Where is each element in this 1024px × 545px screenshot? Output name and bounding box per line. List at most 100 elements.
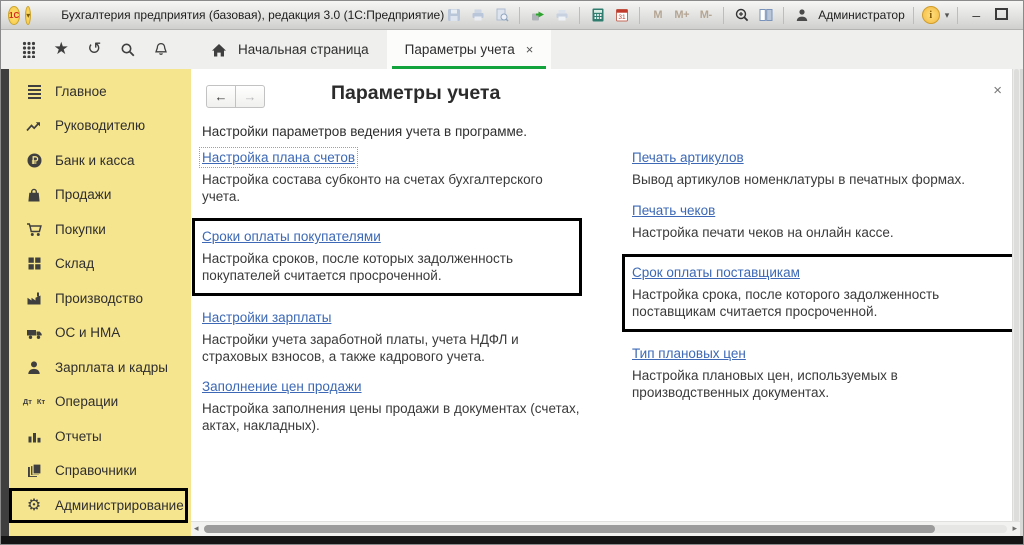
favorites-star-icon[interactable]: ★ xyxy=(51,40,71,60)
sidebar-label: Справочники xyxy=(55,463,137,478)
main-menu-button[interactable]: ▾ xyxy=(25,6,31,25)
ruble-coin-icon xyxy=(25,152,43,169)
sidebar-label: Главное xyxy=(55,84,107,99)
sidebar-label: Администрирование xyxy=(55,498,184,513)
hamburger-icon xyxy=(25,83,43,100)
link-customer-payment-terms[interactable]: Сроки оплаты покупателями xyxy=(202,229,381,244)
sidebar-item-directories[interactable]: Справочники xyxy=(9,454,191,489)
tab-active-label: Параметры учета xyxy=(405,42,515,57)
horizontal-scroll-track[interactable] xyxy=(204,525,1007,533)
tab-home-label: Начальная страница xyxy=(238,42,369,57)
sidebar-label: Продажи xyxy=(55,187,111,202)
setting-group-chart-of-accounts: Настройка плана счетов Настройка состава… xyxy=(202,149,582,205)
link-supplier-payment-term[interactable]: Срок оплаты поставщикам xyxy=(632,265,800,280)
sidebar-item-purchases[interactable]: Покупки xyxy=(9,212,191,247)
sidebar-label: Зарплата и кадры xyxy=(55,360,168,375)
user-icon xyxy=(792,6,811,24)
sidebar-label: Банк и касса xyxy=(55,153,135,168)
setting-description: Вывод артикулов номенклатуры в печатных … xyxy=(632,172,1018,189)
sidebar-item-operations[interactable]: ДтКт Операции xyxy=(9,385,191,420)
memory-subtract-button[interactable]: M- xyxy=(696,6,715,24)
print-preview-icon[interactable] xyxy=(492,6,511,24)
sidebar-label: Руководителю xyxy=(55,118,145,133)
horizontal-scrollbar-thumb[interactable] xyxy=(204,525,935,533)
settings-column-right: Печать артикулов Вывод артикулов номенкл… xyxy=(632,149,1018,447)
link-sales-price-fill[interactable]: Заполнение цен продажи xyxy=(202,379,362,394)
settings-column-left: Настройка плана счетов Настройка состава… xyxy=(202,149,582,447)
setting-description: Настройки учета заработной платы, учета … xyxy=(202,332,582,365)
zoom-icon[interactable] xyxy=(732,6,751,24)
link-chart-of-accounts-setup[interactable]: Настройка плана счетов xyxy=(202,150,355,165)
calculator-icon[interactable] xyxy=(588,6,607,24)
books-stack-icon xyxy=(25,462,43,479)
sidebar-item-bank-cash[interactable]: Банк и касса xyxy=(9,143,191,178)
vertical-scrollbar-thumb[interactable] xyxy=(1014,69,1019,522)
setting-group-planned-price-type: Тип плановых цен Настройка плановых цен,… xyxy=(632,345,1018,401)
setting-description: Настройка срока, после которого задолжен… xyxy=(632,287,1019,320)
split-window-icon[interactable] xyxy=(756,6,775,24)
tab-close-icon[interactable]: × xyxy=(526,42,534,57)
horizontal-scrollbar[interactable]: ◂ ▸ xyxy=(191,521,1020,536)
window-bottom-border xyxy=(1,536,1023,544)
print-icon[interactable] xyxy=(468,6,487,24)
link-print-articles[interactable]: Печать артикулов xyxy=(632,150,744,165)
scroll-left-arrow-icon[interactable]: ◂ xyxy=(194,524,199,534)
link-planned-price-type[interactable]: Тип плановых цен xyxy=(632,346,746,361)
link-print-receipts[interactable]: Печать чеков xyxy=(632,203,715,218)
notifications-bell-icon[interactable] xyxy=(151,40,171,60)
setting-group-salary-settings: Настройки зарплаты Настройки учета зараб… xyxy=(202,309,582,365)
functions-menu-icon[interactable] xyxy=(18,40,38,60)
calendar-icon[interactable]: 31 xyxy=(612,6,631,24)
memory-add-button[interactable]: M+ xyxy=(672,6,691,24)
close-window-button[interactable]: × xyxy=(1016,7,1024,23)
bar-chart-icon xyxy=(25,428,43,445)
svg-text:31: 31 xyxy=(618,14,626,21)
search-icon[interactable] xyxy=(118,40,138,60)
sidebar-item-fixed-assets[interactable]: ОС и НМА xyxy=(9,316,191,351)
boxes-grid-icon xyxy=(25,255,43,272)
trend-chart-icon xyxy=(25,117,43,134)
tab-bar: ★ ↺ Начальная страница Параметры учета × xyxy=(1,30,1023,69)
history-icon[interactable]: ↺ xyxy=(85,40,105,60)
maximize-button[interactable] xyxy=(991,7,1011,23)
setting-description: Настройка состава субконто на счетах бух… xyxy=(202,172,582,205)
setting-group-print-receipts: Печать чеков Настройка печати чеков на о… xyxy=(632,202,1018,242)
forward-button[interactable]: → xyxy=(236,85,265,108)
truck-icon xyxy=(25,324,43,341)
sidebar-item-sales[interactable]: Продажи xyxy=(9,178,191,213)
sidebar-label: Склад xyxy=(55,256,94,271)
form-close-icon[interactable]: × xyxy=(993,82,1002,99)
window-title: Бухгалтерия предприятия (базовая), редак… xyxy=(61,8,444,22)
history-nav-buttons: ← → xyxy=(206,85,265,108)
data-exchange-icon[interactable] xyxy=(528,6,547,24)
setting-group-supplier-payment-term-highlighted: Срок оплаты поставщикам Настройка срока,… xyxy=(622,254,1020,332)
vertical-scrollbar[interactable] xyxy=(1012,69,1020,522)
info-icon[interactable]: i xyxy=(922,6,940,24)
sections-sidebar: Главное Руководителю Банк и касса Продаж… xyxy=(1,69,191,536)
scroll-right-arrow-icon[interactable]: ▸ xyxy=(1012,524,1017,534)
sidebar-item-production[interactable]: Производство xyxy=(9,281,191,316)
sidebar-item-salary-hr[interactable]: Зарплата и кадры xyxy=(9,350,191,385)
tab-parameters-active[interactable]: Параметры учета × xyxy=(387,30,552,69)
dtkt-accounting-icon: ДтКт xyxy=(25,393,43,410)
back-button[interactable]: ← xyxy=(206,85,236,108)
sidebar-item-administration[interactable]: ⚙ Администрирование xyxy=(9,488,188,523)
sidebar-item-manager[interactable]: Руководителю xyxy=(9,109,191,144)
print-document-icon[interactable] xyxy=(552,6,571,24)
memory-recall-button[interactable]: M xyxy=(648,6,667,24)
save-icon[interactable] xyxy=(444,6,463,24)
page-title: Параметры учета xyxy=(331,82,500,105)
sidebar-item-reports[interactable]: Отчеты xyxy=(9,419,191,454)
setting-group-print-articles: Печать артикулов Вывод артикулов номенкл… xyxy=(632,149,1018,189)
info-caret-icon[interactable]: ▾ xyxy=(945,10,950,21)
sidebar-label: Покупки xyxy=(55,222,106,237)
sidebar-item-main[interactable]: Главное xyxy=(9,74,191,109)
sidebar-item-warehouse[interactable]: Склад xyxy=(9,247,191,282)
setting-description: Настройка плановых цен, используемых в п… xyxy=(632,368,1018,401)
current-user-name[interactable]: Администратор xyxy=(818,8,905,22)
minimize-button[interactable]: – xyxy=(966,7,986,23)
setting-description: Настройка сроков, после которых задолжен… xyxy=(202,251,573,284)
sidebar-label: Отчеты xyxy=(55,429,102,444)
link-salary-settings[interactable]: Настройки зарплаты xyxy=(202,310,331,325)
tab-home[interactable]: Начальная страница xyxy=(191,30,387,69)
